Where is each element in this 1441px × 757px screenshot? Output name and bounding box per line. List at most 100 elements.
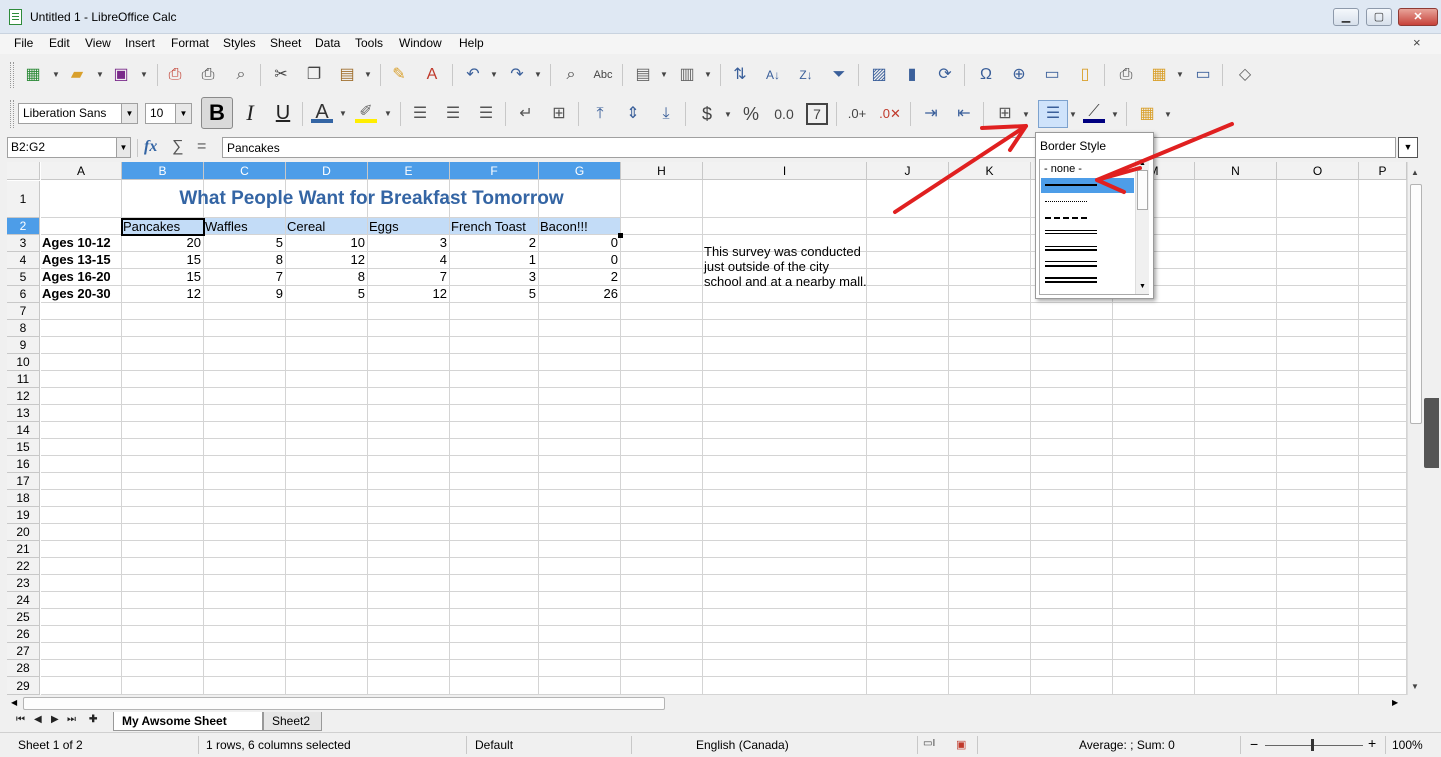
menu-data[interactable]: Data — [315, 36, 340, 50]
value-cell[interactable]: 10 — [286, 235, 367, 251]
header-cell-waffles[interactable]: Waffles — [204, 219, 285, 235]
chevron-down-icon[interactable]: ▼ — [384, 109, 392, 118]
row-header-3[interactable]: 3 — [7, 235, 40, 252]
border-option-dotted[interactable] — [1041, 194, 1134, 209]
chevron-down-icon[interactable]: ▼ — [140, 70, 148, 79]
column-header-f[interactable]: F — [450, 162, 539, 180]
border-option-dashed[interactable] — [1041, 210, 1134, 225]
select-all-corner[interactable] — [7, 162, 40, 180]
value-cell[interactable]: 1 — [450, 252, 538, 268]
header-cell-bacon[interactable]: Bacon!!! — [539, 219, 620, 235]
horizontal-scroll-thumb[interactable] — [23, 697, 665, 710]
row-header-13[interactable]: 13 — [7, 405, 40, 422]
row-label-cell[interactable]: Ages 13-15 — [41, 252, 121, 268]
column-header-e[interactable]: E — [368, 162, 450, 180]
row-header-2[interactable]: 2 — [7, 218, 40, 235]
column-header-b[interactable]: B — [122, 162, 204, 180]
value-cell[interactable]: 8 — [204, 252, 285, 268]
chevron-down-icon[interactable]: ▼ — [1164, 110, 1172, 119]
selection-mode-icon[interactable]: ▭I — [923, 738, 935, 749]
border-option-double-thin[interactable] — [1041, 226, 1134, 241]
row-label-cell[interactable]: Ages 16-20 — [41, 269, 121, 285]
column-icon[interactable]: ▥ — [676, 64, 698, 86]
conditional-format-icon[interactable]: ▦ — [1136, 103, 1158, 125]
chevron-down-icon[interactable]: ▼ — [724, 110, 732, 119]
row-header-6[interactable]: 6 — [7, 286, 40, 303]
value-cell[interactable]: 2 — [539, 269, 620, 285]
menu-file[interactable]: File — [14, 36, 33, 50]
scroll-up-icon[interactable]: ▲ — [1411, 168, 1419, 177]
border-option-solid-thin[interactable] — [1041, 178, 1134, 193]
menu-sheet[interactable]: Sheet — [270, 36, 301, 50]
highlight-color-icon[interactable]: ✐ — [355, 101, 377, 123]
row-header-5[interactable]: 5 — [7, 269, 40, 286]
column-header-p[interactable]: P — [1359, 162, 1407, 180]
align-top-icon[interactable]: ⤒ — [589, 103, 611, 125]
border-list-scrollbar[interactable]: ▲ ▼ — [1135, 160, 1149, 294]
border-option-thick-double[interactable] — [1041, 274, 1134, 289]
formula-input[interactable]: Pancakes — [222, 137, 1396, 158]
column-header-j[interactable]: J — [867, 162, 949, 180]
sheet-title-cell[interactable]: What People Want for Breakfast Tomorrow — [122, 181, 621, 217]
toolbar-grip[interactable] — [10, 62, 14, 88]
row-icon[interactable]: ▤ — [632, 64, 654, 86]
shapes-icon[interactable]: ◇ — [1234, 64, 1256, 86]
column-header-a[interactable]: A — [41, 162, 122, 180]
maximize-button[interactable]: ▢ — [1366, 8, 1392, 26]
align-left-icon[interactable]: ☰ — [409, 103, 431, 125]
sort-ascending-icon[interactable]: A↓ — [762, 64, 784, 86]
border-option-none[interactable]: - none - — [1041, 162, 1134, 177]
header-cell-eggs[interactable]: Eggs — [368, 219, 449, 235]
row-header-19[interactable]: 19 — [7, 507, 40, 524]
row-header-24[interactable]: 24 — [7, 592, 40, 609]
value-cell[interactable]: 7 — [368, 269, 449, 285]
horizontal-scrollbar[interactable]: ◀ ▶ — [7, 695, 1407, 712]
decrease-indent-icon[interactable]: ⇤ — [953, 103, 975, 125]
vertical-scrollbar[interactable]: ▲ ▼ — [1407, 162, 1424, 695]
border-option-double-thick[interactable] — [1041, 258, 1134, 273]
last-sheet-icon[interactable]: ⏭ — [67, 714, 76, 725]
value-cell[interactable]: 3 — [368, 235, 449, 251]
fill-handle[interactable] — [618, 233, 623, 238]
row-header-26[interactable]: 26 — [7, 626, 40, 643]
menu-window[interactable]: Window — [399, 36, 442, 50]
value-cell[interactable]: 7 — [204, 269, 285, 285]
value-cell[interactable]: 9 — [204, 286, 285, 302]
column-header-c[interactable]: C — [204, 162, 286, 180]
column-header-h[interactable]: H — [621, 162, 703, 180]
menu-edit[interactable]: Edit — [49, 36, 70, 50]
value-cell[interactable]: 20 — [122, 235, 203, 251]
sum-icon[interactable]: ∑ — [172, 138, 183, 156]
chevron-down-icon[interactable]: ▼ — [1069, 110, 1077, 119]
wrap-text-icon[interactable]: ↵ — [515, 103, 537, 125]
italic-button[interactable]: I — [239, 102, 261, 124]
cut-icon[interactable]: ✂ — [270, 64, 292, 86]
row-header-21[interactable]: 21 — [7, 541, 40, 558]
add-sheet-icon[interactable]: ✚ — [89, 714, 97, 725]
chevron-down-icon[interactable]: ▼ — [490, 70, 498, 79]
clear-formatting-icon[interactable]: A — [421, 64, 443, 86]
scroll-down-icon[interactable]: ▼ — [1139, 283, 1146, 290]
row-header-15[interactable]: 15 — [7, 439, 40, 456]
chevron-down-icon[interactable]: ▼ — [96, 70, 104, 79]
autofilter-icon[interactable]: ⏷ — [828, 64, 850, 86]
chevron-down-icon[interactable]: ▼ — [704, 70, 712, 79]
chevron-down-icon[interactable]: ▼ — [121, 104, 137, 123]
value-cell[interactable]: 12 — [368, 286, 449, 302]
row-header-27[interactable]: 27 — [7, 643, 40, 660]
expand-formula-icon[interactable]: ▼ — [1398, 137, 1418, 158]
row-header-22[interactable]: 22 — [7, 558, 40, 575]
find-replace-icon[interactable]: ⌕ — [560, 64, 582, 86]
name-box[interactable]: B2:G2 ▼ — [7, 137, 131, 158]
delete-decimal-icon[interactable]: .0✕ — [879, 103, 901, 125]
menu-styles[interactable]: Styles — [223, 36, 256, 50]
redo-icon[interactable]: ↷ — [506, 64, 528, 86]
menu-view[interactable]: View — [85, 36, 111, 50]
header-cell-french-toast[interactable]: French Toast — [450, 219, 538, 235]
chevron-down-icon[interactable]: ▼ — [175, 104, 191, 123]
row-header-23[interactable]: 23 — [7, 575, 40, 592]
headers-footers-icon[interactable]: ▯ — [1074, 64, 1096, 86]
print-icon[interactable]: ⎙ — [197, 64, 219, 86]
header-cell-cereal[interactable]: Cereal — [286, 219, 367, 235]
freeze-rows-icon[interactable]: ▦ — [1148, 64, 1170, 86]
